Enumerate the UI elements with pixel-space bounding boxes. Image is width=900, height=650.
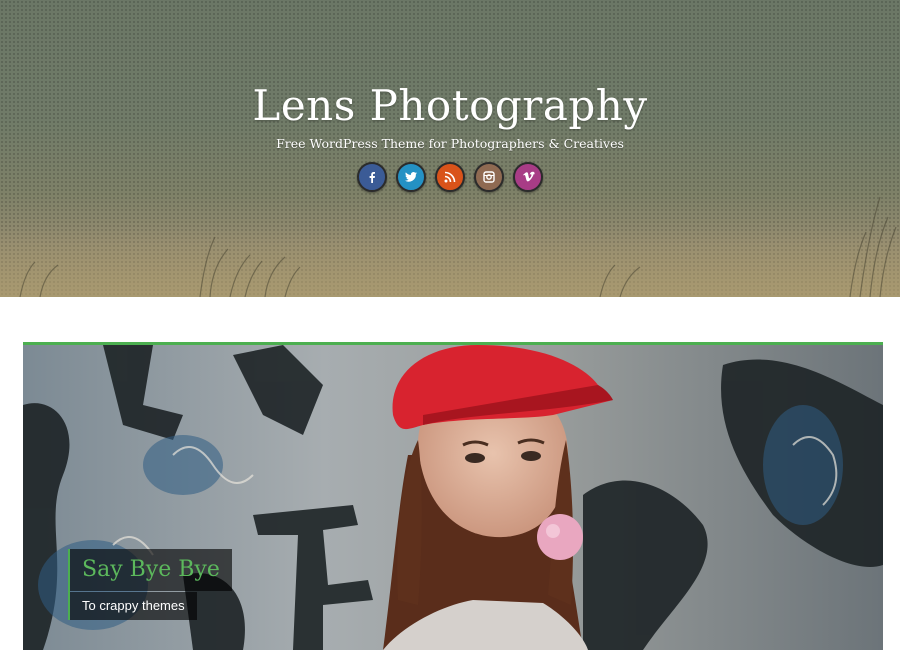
featured-slider[interactable]: Say Bye Bye To crappy themes — [23, 342, 883, 650]
vimeo-icon — [523, 171, 535, 182]
twitter-link[interactable] — [396, 162, 426, 192]
rss-link[interactable] — [435, 162, 465, 192]
instagram-link[interactable] — [474, 162, 504, 192]
site-tagline: Free WordPress Theme for Photographers &… — [276, 136, 624, 151]
site-title[interactable]: Lens Photography — [0, 80, 900, 132]
slide-subtitle: To crappy themes — [70, 592, 197, 620]
site-header: Lens Photography Free WordPress Theme fo… — [0, 0, 900, 297]
twitter-icon — [405, 172, 417, 182]
rss-icon — [444, 171, 456, 183]
facebook-icon — [369, 172, 375, 183]
social-links — [0, 162, 900, 192]
slide-caption: Say Bye Bye To crappy themes — [68, 549, 232, 620]
facebook-link[interactable] — [357, 162, 387, 192]
slide-title[interactable]: Say Bye Bye — [70, 549, 232, 591]
vimeo-link[interactable] — [513, 162, 543, 192]
instagram-icon — [483, 171, 495, 183]
